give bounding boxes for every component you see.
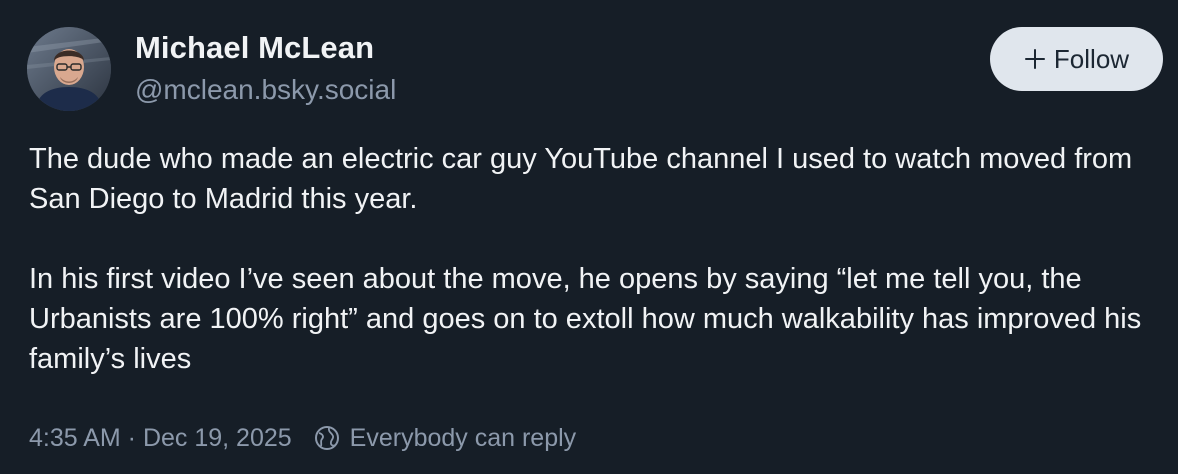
post-meta: 4:35 AM · Dec 19, 2025 Everybody can rep… (29, 420, 576, 456)
reply-setting[interactable]: Everybody can reply (350, 424, 577, 453)
post-paragraph: In his first video I’ve seen about the m… (29, 263, 1142, 375)
plus-icon (1024, 48, 1046, 70)
post-paragraph: The dude who made an electric car guy Yo… (29, 143, 1133, 215)
avatar[interactable] (27, 27, 111, 111)
author-name[interactable]: Michael McLean (135, 30, 374, 66)
post-text: The dude who made an electric car guy Yo… (29, 139, 1149, 379)
follow-button[interactable]: Follow (990, 27, 1163, 91)
author-handle[interactable]: @mclean.bsky.social (135, 74, 396, 106)
follow-button-label: Follow (1053, 43, 1130, 74)
globe-icon (314, 425, 340, 451)
post-timestamp[interactable]: 4:35 AM · Dec 19, 2025 (29, 424, 292, 453)
post-card: Michael McLean @mclean.bsky.social Follo… (0, 0, 1178, 474)
